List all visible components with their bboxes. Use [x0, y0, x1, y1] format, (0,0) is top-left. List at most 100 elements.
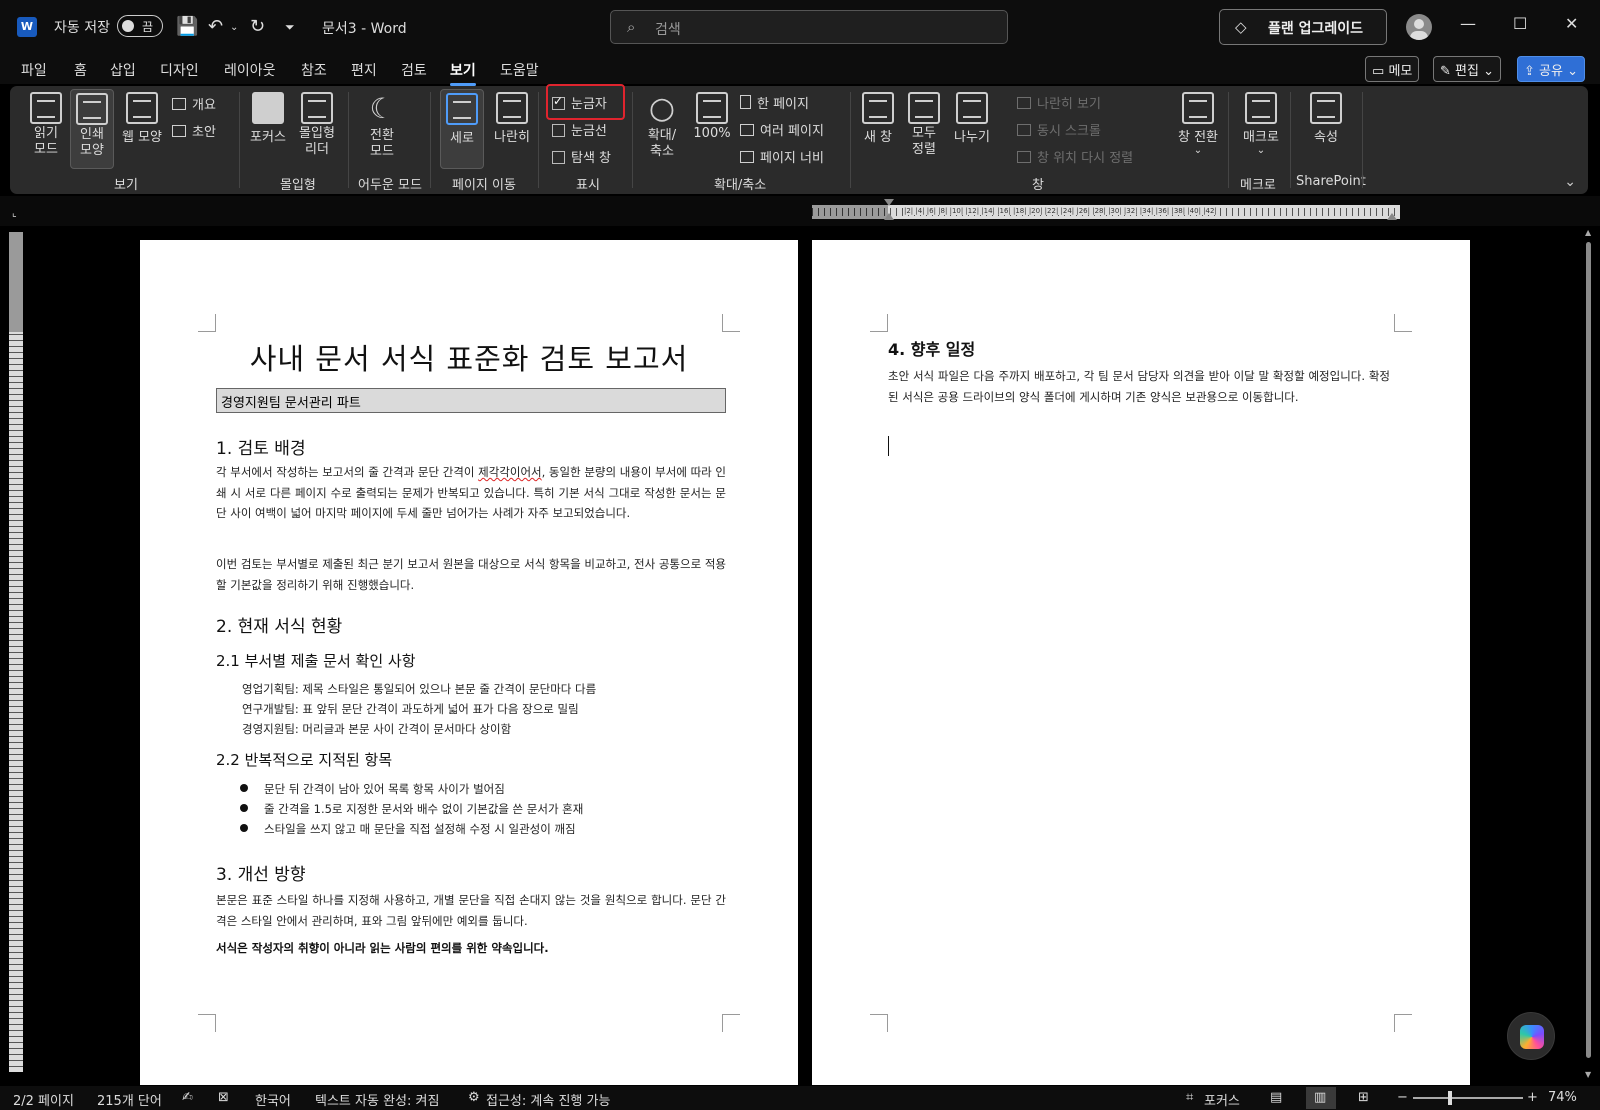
switch-windows-button[interactable]: 창 전환 ⌄	[1172, 92, 1224, 156]
upgrade-plan-button[interactable]: ◇ 플랜 업그레이드	[1219, 9, 1387, 45]
macros-button[interactable]: 매크로 ⌄	[1238, 92, 1284, 156]
horizontal-ruler[interactable]: |2| |4| |6| |8| |10| |12| |14| |16| |18|…	[812, 205, 1400, 219]
copilot-button[interactable]	[1507, 1012, 1555, 1060]
read-mode-icon[interactable]: ▤	[1270, 1090, 1282, 1105]
focus-button[interactable]: 포커스	[246, 92, 290, 145]
vertical-ruler[interactable]	[9, 232, 23, 1072]
split-button[interactable]: 나누기	[950, 92, 994, 145]
track-changes-icon[interactable]: ⊠	[218, 1090, 229, 1105]
redo-icon[interactable]: ↻	[250, 16, 265, 37]
tab-design[interactable]: 디자인	[160, 60, 199, 80]
print-layout-button[interactable]: 인쇄 모양	[70, 89, 114, 169]
maximize-icon[interactable]: ☐	[1513, 14, 1527, 33]
group-label-dark-mode: 어두운 모드	[358, 178, 422, 193]
multiple-pages-label: 여러 페이지	[760, 124, 824, 139]
document-page-1[interactable]: 사내 문서 서식 표준화 검토 보고서 경영지원팀 문서관리 파트 1. 검토 …	[140, 240, 798, 1085]
focus-mode-button[interactable]: 포커스	[1204, 1090, 1240, 1109]
new-window-button[interactable]: 새 창	[858, 92, 898, 145]
save-icon[interactable]: 💾	[176, 16, 198, 37]
gridlines-checkbox[interactable]: 눈금선	[552, 120, 607, 139]
toggle-knob	[122, 20, 134, 32]
print-layout-icon[interactable]: ▥	[1314, 1090, 1326, 1105]
vertical-label: 세로	[450, 131, 474, 146]
draft-button[interactable]: 초안	[172, 121, 216, 140]
zoom-out-button[interactable]: −	[1397, 1090, 1408, 1105]
page-count[interactable]: 2/2 페이지	[13, 1090, 74, 1109]
one-page-button[interactable]: 한 페이지	[740, 93, 809, 112]
avatar[interactable]	[1406, 14, 1432, 40]
tab-mailings[interactable]: 편지	[351, 60, 377, 80]
tab-insert[interactable]: 삽입	[110, 60, 136, 80]
zoom-slider-thumb[interactable]	[1448, 1091, 1452, 1105]
document-heading: 사내 문서 서식 표준화 검토 보고서	[249, 342, 689, 376]
share-button[interactable]: ⇪ 공유 ⌄	[1517, 56, 1586, 82]
zoom-level[interactable]: 74%	[1548, 1090, 1577, 1105]
undo-icon[interactable]: ↶	[208, 16, 223, 37]
tab-help[interactable]: 도움말	[500, 60, 539, 80]
close-icon[interactable]: ✕	[1565, 14, 1578, 33]
web-layout-button[interactable]: 웹 모양	[120, 92, 164, 145]
arrange-all-button[interactable]: 모두 정렬	[904, 92, 944, 158]
tab-layout[interactable]: 레이아웃	[224, 60, 276, 80]
bullet-icon	[240, 804, 248, 812]
zoom-in-button[interactable]: +	[1527, 1090, 1538, 1105]
immersive-reader-button[interactable]: 몰입형 리더	[294, 92, 340, 158]
left-indent-marker[interactable]	[884, 213, 894, 220]
scroll-down-icon[interactable]: ▼	[1585, 1070, 1591, 1079]
vertical-button[interactable]: 세로	[440, 89, 484, 169]
switch-mode-button[interactable]: ☾ 전환 모드	[362, 92, 402, 160]
undo-dropdown-icon[interactable]: ⌄	[230, 22, 238, 33]
new-window-icon	[862, 92, 894, 124]
language-indicator[interactable]: 한국어	[255, 1090, 291, 1109]
gridlines-check-icon	[552, 124, 565, 137]
group-label-macros: 메크로	[1240, 178, 1276, 193]
section-heading: 4. 향후 일정	[888, 340, 976, 359]
memo-button[interactable]: ▭ 메모	[1365, 56, 1420, 82]
pencil-icon: ✎	[1440, 64, 1451, 79]
document-page-2[interactable]: 4. 향후 일정 초안 서식 파일은 다음 주까지 배포하고, 각 팀 문서 담…	[812, 240, 1470, 1085]
right-indent-marker[interactable]	[1387, 213, 1397, 220]
vertical-scrollbar[interactable]: ▲ ▼	[1583, 228, 1595, 1084]
reset-window-position-button[interactable]: 창 위치 다시 정렬	[1017, 147, 1133, 166]
tab-review[interactable]: 검토	[401, 60, 427, 80]
minimize-icon[interactable]: —	[1460, 14, 1476, 33]
spelling-error-text[interactable]: 제각각이어서	[478, 465, 541, 479]
nav-pane-checkbox[interactable]: 탐색 창	[552, 147, 611, 166]
word-count[interactable]: 215개 단어	[97, 1090, 162, 1109]
view-side-by-side-button[interactable]: 나란히 보기	[1017, 93, 1101, 112]
scroll-up-icon[interactable]: ▲	[1585, 228, 1591, 237]
tab-selector-icon[interactable]: ⌞	[12, 208, 17, 219]
page-width-button[interactable]: 페이지 너비	[740, 147, 824, 166]
autosave-toggle[interactable]: 끔	[117, 15, 163, 37]
multiple-pages-button[interactable]: 여러 페이지	[740, 120, 824, 139]
search-box[interactable]: ⌕ 검색	[610, 10, 1008, 44]
chevron-down-icon: ⌄	[1256, 145, 1266, 156]
title-bar: W 자동 저장 끔 💾 ↶ ⌄ ↻ ⏷ 문서3 - Word ⌕ 검색 ◇ 플랜…	[0, 0, 1600, 54]
subsection-heading: 2.2 반복적으로 지적된 항목	[216, 751, 393, 769]
tab-references[interactable]: 참조	[301, 60, 327, 80]
accessibility-status[interactable]: 접근성: 계속 진행 가능	[486, 1090, 610, 1109]
properties-button[interactable]: 속성	[1306, 92, 1346, 145]
group-label-view: 보기	[114, 178, 138, 193]
tab-view[interactable]: 보기	[450, 60, 476, 86]
outline-button[interactable]: 개요	[172, 94, 216, 113]
group-separator	[538, 92, 539, 188]
editing-mode-button[interactable]: ✎ 편집 ⌄	[1433, 56, 1502, 82]
proofing-icon[interactable]: ✍	[182, 1090, 193, 1105]
web-layout-icon[interactable]: ⊞	[1358, 1090, 1369, 1105]
zoom-button[interactable]: ○ 확대/ 축소	[640, 92, 684, 160]
collapse-ribbon-icon[interactable]: ⌄	[1564, 174, 1576, 190]
tab-file[interactable]: 파일	[21, 60, 47, 80]
paragraph: 본문은 표준 스타일 하나를 지정해 사용하고, 개별 문단을 직접 손대지 않…	[216, 893, 726, 928]
first-line-indent-marker[interactable]	[884, 199, 894, 206]
tab-home[interactable]: 홈	[74, 60, 87, 80]
zoom-slider[interactable]	[1413, 1097, 1523, 1099]
customize-toolbar-icon[interactable]: ⏷	[285, 20, 295, 35]
read-mode-button[interactable]: 읽기 모드	[26, 92, 66, 158]
group-separator	[1228, 92, 1229, 188]
scrollbar-thumb[interactable]	[1586, 242, 1591, 1058]
zoom-100-button[interactable]: 100%	[692, 92, 732, 141]
sync-scroll-button[interactable]: 동시 스크롤	[1017, 120, 1101, 139]
text-predictions-status[interactable]: 텍스트 자동 완성: 켜짐	[315, 1090, 439, 1109]
side-by-side-button[interactable]: 나란히	[490, 92, 534, 145]
